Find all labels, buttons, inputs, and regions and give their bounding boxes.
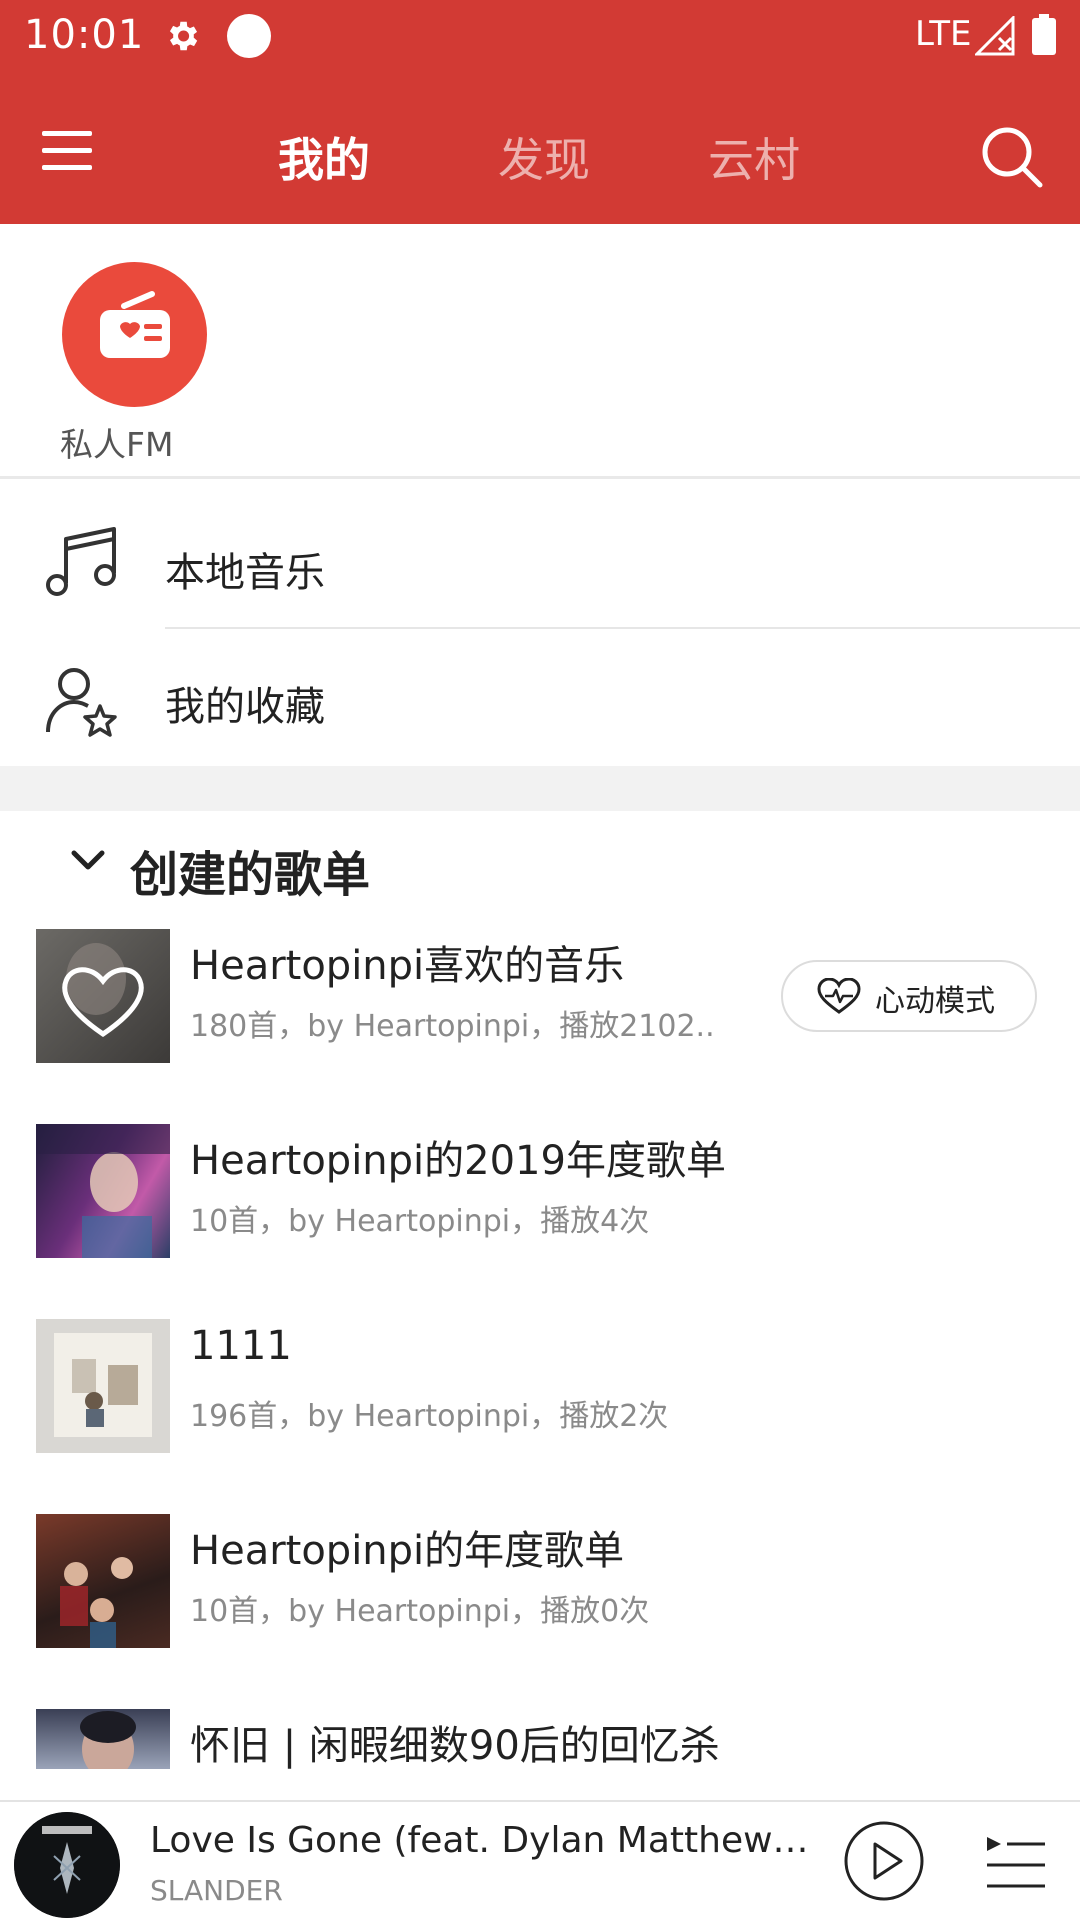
playlist-subtitle: 10首，by Heartopinpi，播放0次 (190, 1594, 650, 1629)
playlist-subtitle: 196首，by Heartopinpi，播放2次 (190, 1399, 669, 1434)
playlist-cover (36, 929, 170, 1063)
playlist-title: Heartopinpi喜欢的音乐 (190, 943, 625, 989)
now-playing-title: Love Is Gone (feat. Dylan Matthew) (Ac..… (150, 1820, 810, 1861)
personal-fm-button[interactable] (62, 262, 207, 407)
settings-gear-icon (163, 17, 201, 59)
now-playing-cover (14, 1812, 120, 1918)
status-bar: 10:01 LTE (0, 0, 1080, 72)
notification-dot-icon (227, 14, 271, 58)
chevron-down-icon[interactable] (70, 845, 106, 879)
network-label: LTE (915, 14, 972, 54)
my-collection-label: 我的收藏 (165, 684, 325, 730)
local-music-label: 本地音乐 (165, 550, 325, 596)
divider (165, 627, 1080, 629)
playlist-cover (36, 1709, 170, 1769)
battery-icon (1031, 14, 1057, 60)
play-icon[interactable] (843, 1820, 925, 1906)
created-playlists-title: 创建的歌单 (130, 847, 371, 903)
status-time: 10:01 (24, 12, 145, 58)
playlist-row[interactable]: Heartopinpi的年度歌单 10首，by Heartopinpi，播放0次 (0, 1514, 1080, 1649)
now-playing-artist: SLANDER (150, 1874, 283, 1907)
section-separator (0, 766, 1080, 811)
playlist-subtitle: 10首，by Heartopinpi，播放4次 (190, 1204, 650, 1239)
tab-cloud-village[interactable]: 云村 (708, 124, 800, 190)
menu-icon[interactable] (40, 129, 94, 177)
search-icon[interactable] (980, 125, 1044, 193)
playlist-title: 怀旧 | 闲暇细数90后的回忆杀 (190, 1723, 720, 1769)
playlist-queue-icon[interactable] (985, 1835, 1047, 1895)
heartbeat-icon (817, 977, 861, 1018)
playlist-title: Heartopinpi的年度歌单 (190, 1528, 625, 1574)
playlist-cover (36, 1319, 170, 1453)
heart-mode-label: 心动模式 (875, 984, 995, 1019)
playlist-row[interactable]: 怀旧 | 闲暇细数90后的回忆杀 (0, 1709, 1080, 1769)
playlist-subtitle: 180首，by Heartopinpi，播放2102.. (190, 1009, 715, 1044)
heart-icon (62, 943, 144, 1038)
playlist-cover (36, 1514, 170, 1648)
playlist-title: 1111 (190, 1323, 292, 1369)
radio-icon (100, 291, 170, 358)
signal-icon (973, 14, 1017, 60)
divider (0, 476, 1080, 479)
music-note-icon (44, 525, 120, 605)
playlist-cover (36, 1124, 170, 1258)
app-header: 我的 发现 云村 (0, 72, 1080, 224)
mini-player[interactable]: Love Is Gone (feat. Dylan Matthew) (Ac..… (0, 1800, 1080, 1922)
tab-mine[interactable]: 我的 (278, 124, 370, 190)
playlist-row[interactable]: Heartopinpi的2019年度歌单 10首，by Heartopinpi，… (0, 1124, 1080, 1259)
heart-mode-button[interactable]: 心动模式 (781, 960, 1037, 1032)
tab-discover[interactable]: 发现 (498, 124, 590, 190)
playlist-row[interactable]: 1111 196首，by Heartopinpi，播放2次 (0, 1319, 1080, 1454)
playlist-title: Heartopinpi的2019年度歌单 (190, 1138, 726, 1184)
user-star-icon (44, 662, 120, 742)
personal-fm-label: 私人FM (60, 425, 174, 464)
